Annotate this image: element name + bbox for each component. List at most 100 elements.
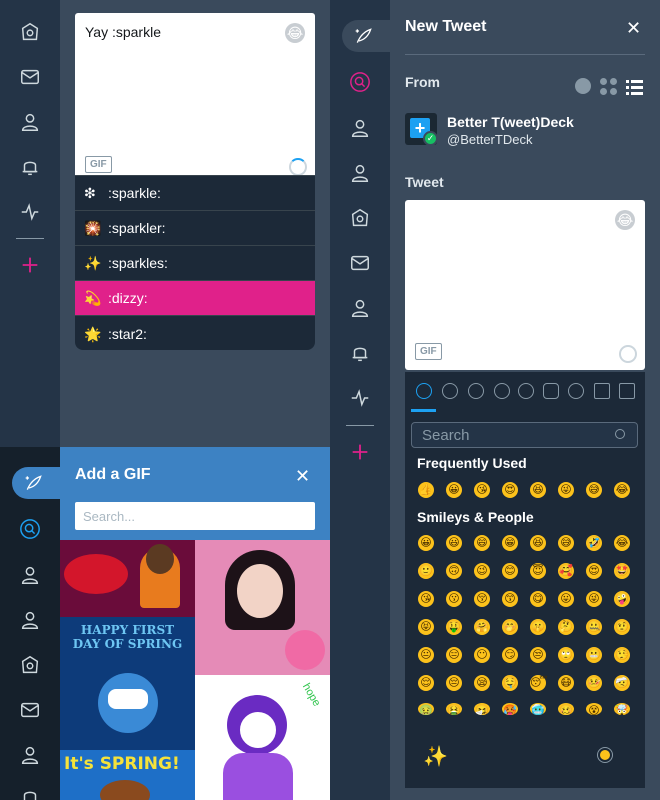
emoji-button[interactable]: 😒 xyxy=(530,647,546,663)
emoji-button[interactable]: 🤕 xyxy=(614,675,630,691)
emoji-button[interactable]: 😀 xyxy=(446,482,462,498)
compose-tab[interactable] xyxy=(342,20,390,52)
emoji-button[interactable]: 🤥 xyxy=(614,647,630,663)
emoji-button[interactable]: 🤪 xyxy=(614,591,630,607)
emoji-button[interactable]: 😏 xyxy=(502,647,518,663)
emoji-button[interactable]: 😆 xyxy=(530,482,546,498)
emoji-button[interactable]: 😷 xyxy=(558,675,574,691)
emoji-button[interactable]: 😊 xyxy=(502,563,518,579)
messages-icon[interactable] xyxy=(0,57,60,97)
emoji-button[interactable]: 😍 xyxy=(586,563,602,579)
compose-tab[interactable] xyxy=(12,467,60,499)
compose-box-top[interactable]: Yay :sparkle 😂 GIF xyxy=(75,13,315,183)
emoji-button[interactable]: 😂 xyxy=(614,535,630,551)
user-icon[interactable] xyxy=(330,108,390,148)
home-icon[interactable] xyxy=(0,12,60,52)
emoji-button[interactable]: 😄 xyxy=(474,535,490,551)
user-icon[interactable] xyxy=(330,153,390,193)
food-category-icon[interactable] xyxy=(494,383,510,399)
search-icon[interactable] xyxy=(0,509,60,549)
emoji-search-input[interactable] xyxy=(411,422,638,448)
user-icon[interactable] xyxy=(0,735,60,775)
skin-tone-icon[interactable] xyxy=(598,748,612,762)
emoji-button[interactable]: 😗 xyxy=(446,591,462,607)
single-account-icon[interactable] xyxy=(575,78,591,94)
emoji-button[interactable]: 🤐 xyxy=(586,619,602,635)
emoji-button[interactable]: 🤤 xyxy=(502,675,518,691)
emoji-button[interactable]: 😇 xyxy=(530,563,546,579)
emoji-button[interactable]: 🤯 xyxy=(614,703,630,715)
emoji-button[interactable]: 😂 xyxy=(614,482,630,498)
emoji-button[interactable]: 🤫 xyxy=(530,619,546,635)
list-accounts-icon[interactable] xyxy=(626,79,644,95)
emoji-button[interactable]: 🙄 xyxy=(558,647,574,663)
autocomplete-item-dizzy[interactable]: 💫 :dizzy: xyxy=(75,281,315,316)
emoji-button[interactable]: 😚 xyxy=(474,591,490,607)
emoji-picker-icon[interactable]: 😂 xyxy=(285,23,305,43)
emoji-button[interactable]: 😋 xyxy=(530,591,546,607)
emoji-button[interactable]: 😅 xyxy=(586,482,602,498)
emoji-button[interactable]: 😜 xyxy=(558,482,574,498)
emoji-button[interactable]: 😛 xyxy=(558,591,574,607)
emoji-button[interactable]: 😐 xyxy=(418,647,434,663)
emoji-button[interactable]: 🤗 xyxy=(474,619,490,635)
emoji-button[interactable]: 🤭 xyxy=(502,619,518,635)
emoji-button[interactable]: 😘 xyxy=(418,591,434,607)
home-icon[interactable] xyxy=(0,645,60,685)
user-icon[interactable] xyxy=(330,288,390,328)
compose-text[interactable]: Yay :sparkle xyxy=(85,24,161,40)
emoji-button[interactable]: 😑 xyxy=(446,647,462,663)
emoji-button[interactable]: 🥴 xyxy=(558,703,574,715)
emoji-button[interactable]: 🤨 xyxy=(614,619,630,635)
objects-category-icon[interactable] xyxy=(568,383,584,399)
animals-category-icon[interactable] xyxy=(468,383,484,399)
gif-button[interactable]: GIF xyxy=(415,343,442,360)
emoji-button[interactable]: 😀 xyxy=(418,535,434,551)
search-icon[interactable] xyxy=(330,62,390,102)
emoji-button[interactable]: 🤔 xyxy=(558,619,574,635)
emoji-button[interactable]: 😉 xyxy=(474,563,490,579)
emoji-button[interactable]: 😵 xyxy=(586,703,602,715)
sparkles-icon[interactable]: ✨ xyxy=(423,744,448,769)
user-icon[interactable] xyxy=(0,102,60,142)
symbols-category-icon[interactable] xyxy=(594,383,610,399)
activity-category-icon[interactable] xyxy=(518,383,534,399)
grid-accounts-icon[interactable] xyxy=(600,78,618,96)
emoji-button[interactable]: 😅 xyxy=(558,535,574,551)
notifications-icon[interactable] xyxy=(0,147,60,187)
emoji-button[interactable]: 😔 xyxy=(446,675,462,691)
emoji-button[interactable]: 😪 xyxy=(474,675,490,691)
user-icon[interactable] xyxy=(0,555,60,595)
notifications-icon[interactable] xyxy=(0,777,60,800)
close-icon[interactable]: ✕ xyxy=(295,466,310,487)
emoji-button[interactable]: 😴 xyxy=(530,675,548,691)
autocomplete-item-sparkler[interactable]: 🎇 :sparkler: xyxy=(75,211,315,246)
messages-icon[interactable] xyxy=(330,243,390,283)
autocomplete-item-sparkles[interactable]: ✨ :sparkles: xyxy=(75,246,315,281)
emoji-button[interactable]: 🤣 xyxy=(586,535,602,551)
add-column-icon[interactable] xyxy=(330,432,390,472)
activity-icon[interactable] xyxy=(0,192,60,232)
emoji-button[interactable]: 😘 xyxy=(474,482,490,498)
emoji-button[interactable]: 😌 xyxy=(418,675,434,691)
emoji-button[interactable]: 🥰 xyxy=(558,563,574,579)
autocomplete-item-sparkle[interactable]: ❇ :sparkle: xyxy=(75,176,315,211)
emoji-button[interactable]: 😬 xyxy=(586,647,602,663)
recent-category-icon[interactable] xyxy=(416,383,432,399)
activity-icon[interactable] xyxy=(330,378,390,418)
emoji-button[interactable]: 🤑 xyxy=(446,619,462,635)
emoji-button[interactable]: 🙃 xyxy=(446,563,462,579)
emoji-picker-icon[interactable]: 😂 xyxy=(615,210,635,230)
emoji-button[interactable]: 🤩 xyxy=(614,563,630,579)
emoji-button[interactable]: 🤢 xyxy=(418,703,434,715)
gif-tile[interactable]: hope xyxy=(195,675,330,800)
emoji-button[interactable]: 😁 xyxy=(502,535,518,551)
travel-category-icon[interactable] xyxy=(543,383,559,399)
emoji-button[interactable]: 😙 xyxy=(502,591,518,607)
emoji-button[interactable]: 👍 xyxy=(418,482,434,498)
emoji-button[interactable]: 😍 xyxy=(502,482,518,498)
gif-tile[interactable] xyxy=(195,540,330,675)
add-column-icon[interactable] xyxy=(0,245,60,285)
gif-search-input[interactable] xyxy=(75,502,315,530)
avatar[interactable]: + ✓ xyxy=(405,113,438,146)
